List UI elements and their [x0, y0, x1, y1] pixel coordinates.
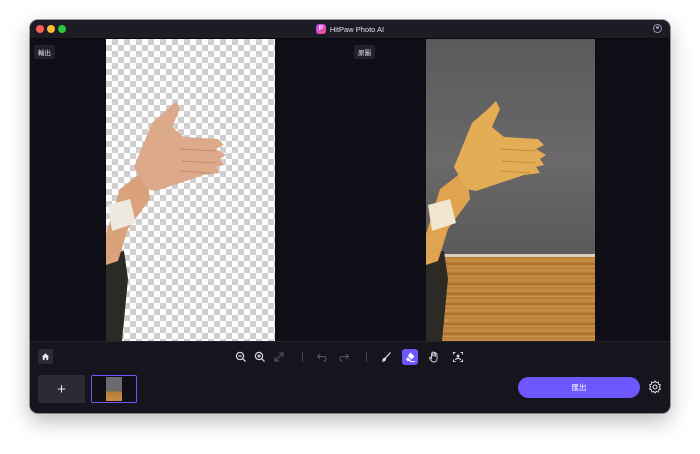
original-panel: 原圖	[350, 39, 670, 341]
output-panel: 輸出	[30, 39, 350, 341]
thumbnail-image	[106, 377, 122, 401]
zoom-out-icon	[235, 351, 247, 363]
original-label: 原圖	[354, 45, 375, 59]
export-button[interactable]: 匯出	[518, 377, 640, 398]
crop-select-button[interactable]	[450, 349, 466, 365]
eraser-icon	[405, 352, 415, 362]
app-title: P HitPaw Photo AI	[30, 20, 670, 38]
output-hand-graphic	[106, 101, 226, 341]
output-image[interactable]	[106, 39, 275, 341]
add-image-button[interactable]: +	[38, 375, 85, 403]
brush-icon	[381, 352, 391, 362]
account-icon[interactable]	[653, 24, 662, 33]
plus-icon: +	[57, 380, 66, 398]
settings-gear-icon[interactable]	[648, 380, 662, 394]
undo-button[interactable]	[314, 349, 330, 365]
brush-button[interactable]	[378, 349, 394, 365]
image-thumbnail[interactable]	[91, 375, 137, 403]
redo-button[interactable]	[336, 349, 352, 365]
toolbar-separator	[302, 352, 303, 362]
eraser-button[interactable]	[402, 349, 418, 365]
hand-icon	[429, 351, 438, 363]
home-icon	[41, 353, 50, 361]
redo-icon	[339, 353, 350, 362]
zoom-in-icon	[254, 351, 266, 363]
output-label: 輸出	[34, 45, 55, 59]
fit-screen-button[interactable]	[271, 349, 287, 365]
app-title-text: HitPaw Photo AI	[329, 24, 385, 34]
bottom-toolbar: + 匯出	[30, 341, 670, 413]
fit-screen-icon	[274, 352, 284, 362]
zoom-in-button[interactable]	[252, 349, 268, 365]
undo-icon	[316, 353, 327, 362]
title-bar: P HitPaw Photo AI	[30, 20, 670, 39]
original-image[interactable]	[426, 39, 595, 341]
app-window: P HitPaw Photo AI 輸出 原圖 + 匯出	[30, 20, 670, 413]
hand-button[interactable]	[426, 349, 442, 365]
home-button[interactable]	[38, 349, 53, 364]
toolbar-separator	[366, 352, 367, 362]
crop-select-icon	[452, 351, 464, 363]
app-logo-icon: P	[315, 24, 326, 34]
original-hand-graphic	[426, 101, 546, 341]
zoom-out-button[interactable]	[233, 349, 249, 365]
